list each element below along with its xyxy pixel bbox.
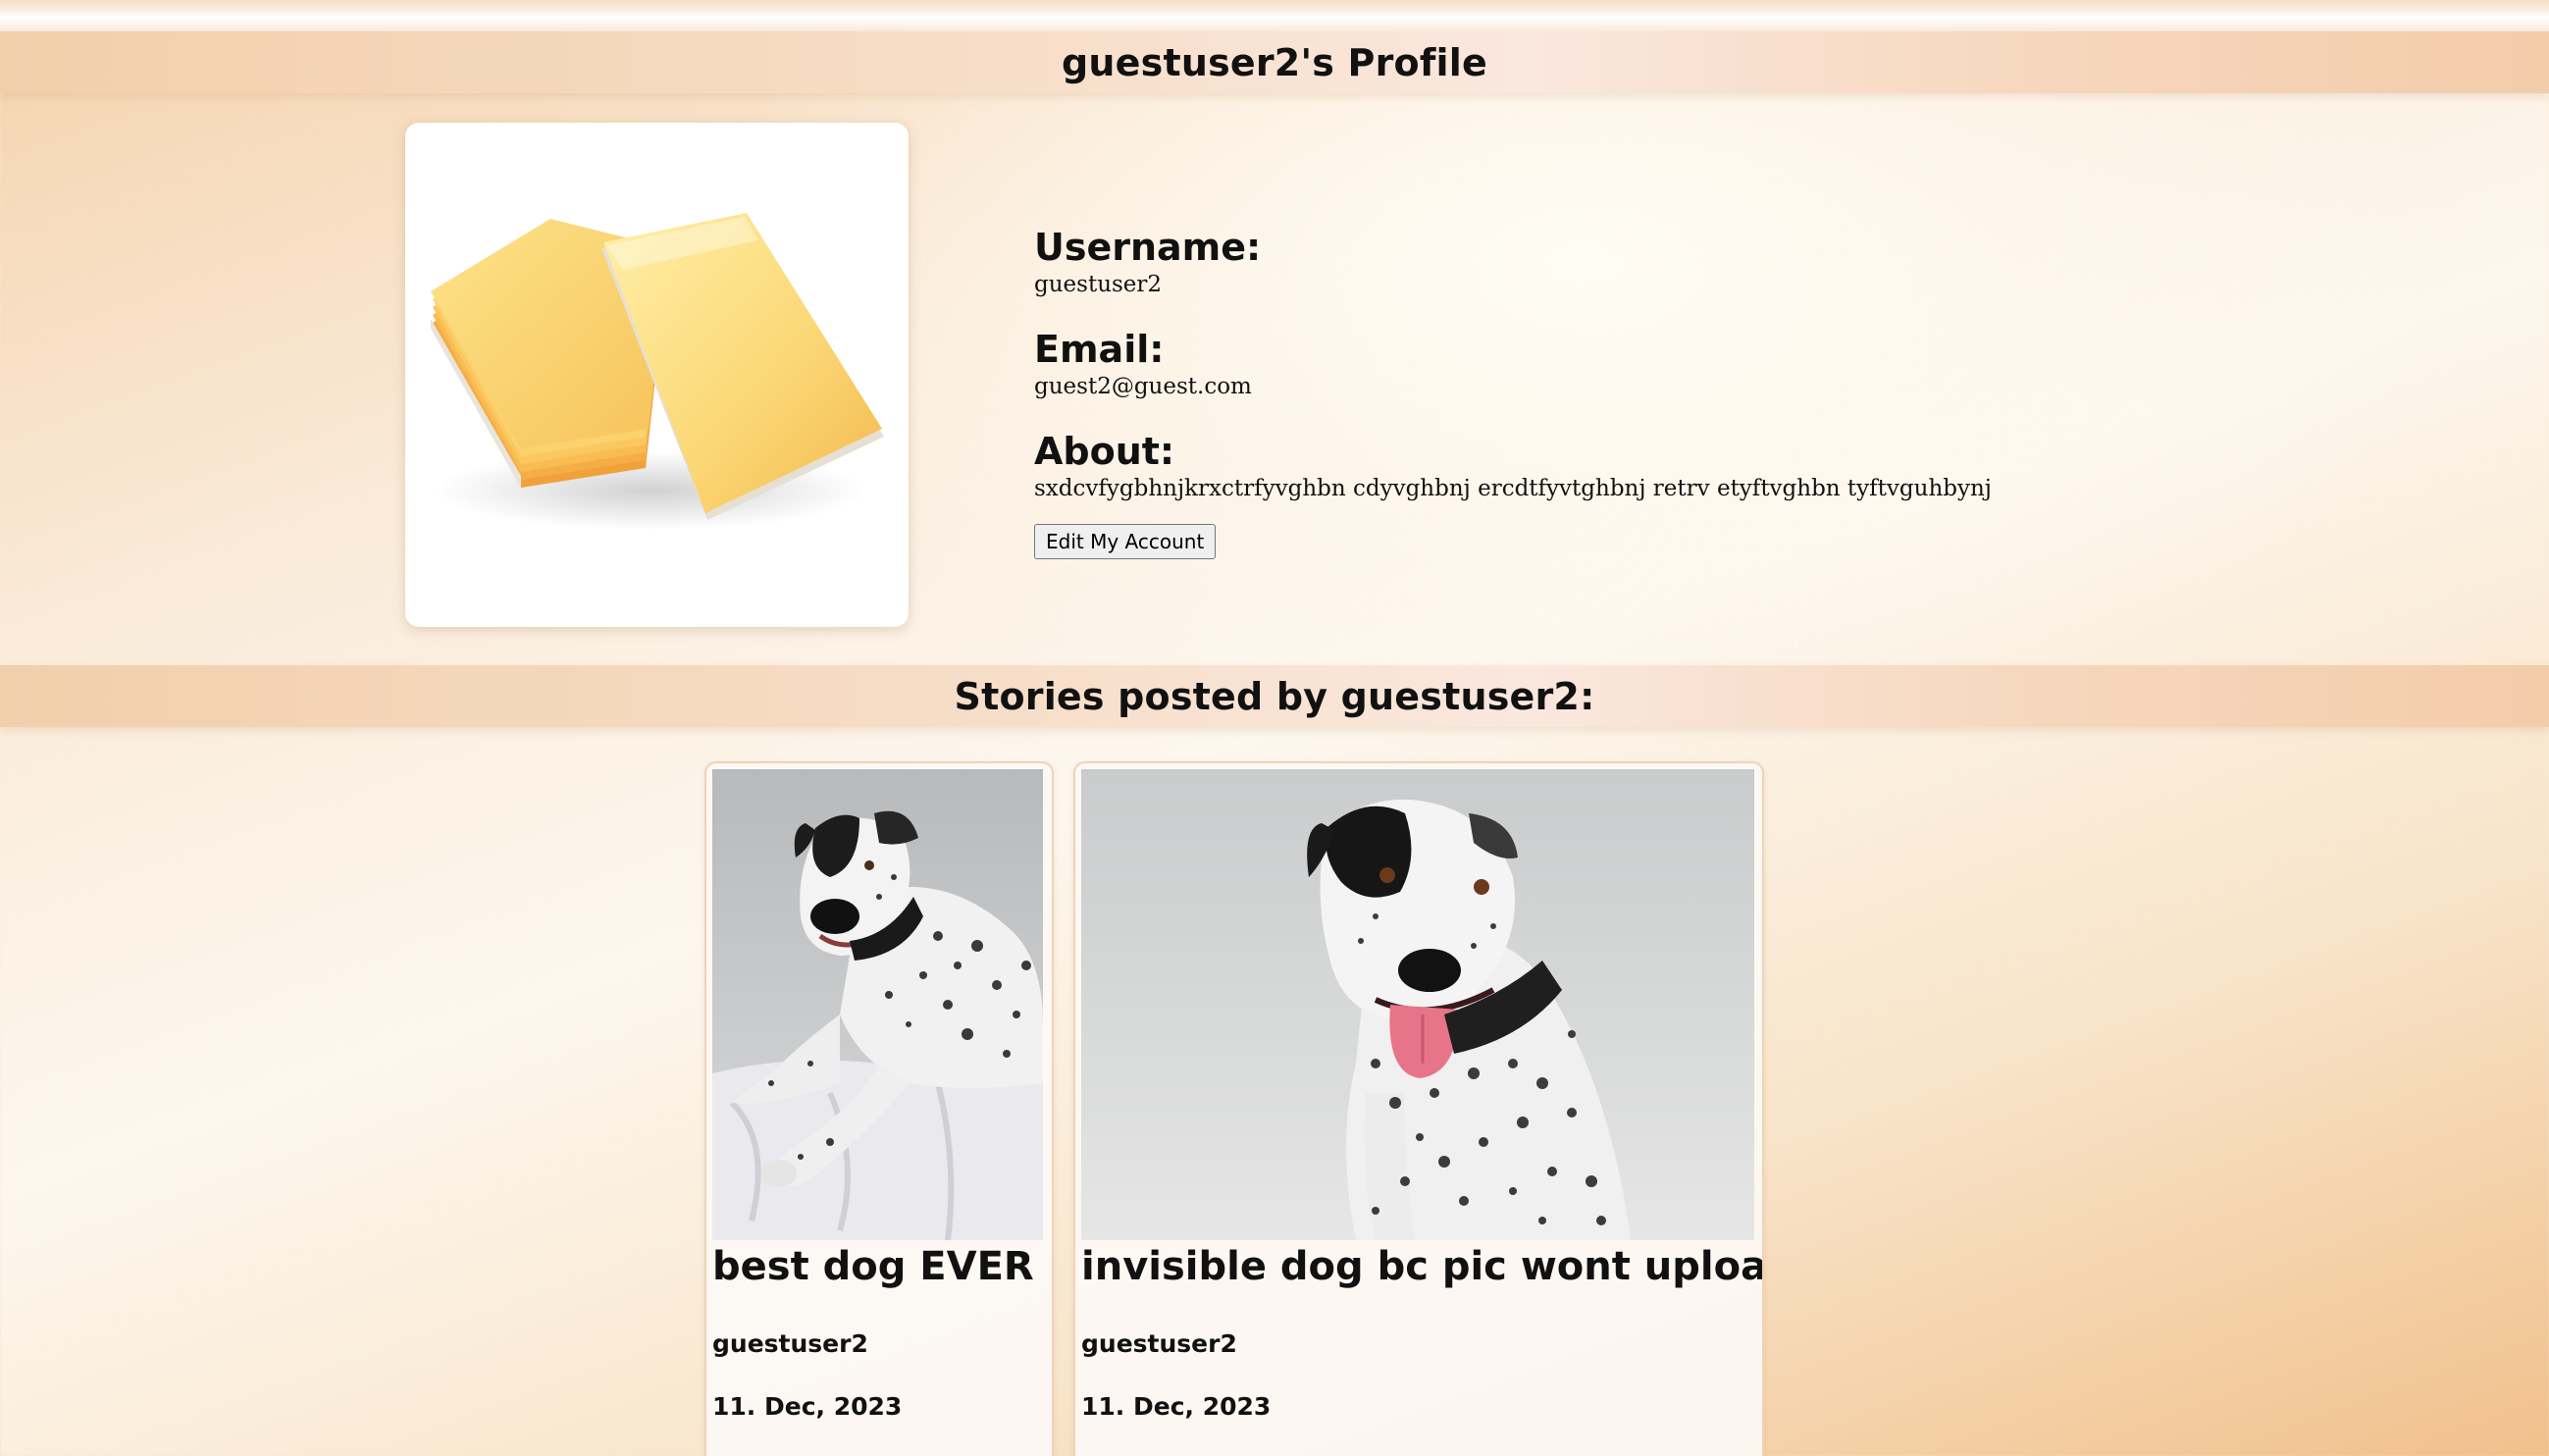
dalmatian-dog-lying-image <box>712 769 1043 1240</box>
page-title: guestuser2's Profile <box>1062 40 1487 84</box>
email-label: Email: <box>1034 328 1165 371</box>
story-author: guestuser2 <box>1081 1329 1237 1358</box>
story-image[interactable] <box>712 769 1043 1240</box>
edit-account-button[interactable]: Edit My Account <box>1034 524 1217 559</box>
top-strip <box>0 0 2549 31</box>
about-label: About: <box>1034 430 1175 473</box>
profile-header: guestuser2's Profile <box>0 31 2549 93</box>
story-image[interactable] <box>1081 769 1754 1240</box>
profile-info: Username: guestuser2 Email: guest2@guest… <box>1034 224 2310 559</box>
email-value: guest2@guest.com <box>1034 374 1252 399</box>
username-value: guestuser2 <box>1034 272 1163 297</box>
story-date: 11. Dec, 2023 <box>1081 1392 1272 1421</box>
profile-avatar <box>405 123 909 627</box>
stories-header: Stories posted by guestuser2: <box>0 665 2549 727</box>
about-value: sxdcvfygbhnjkrxctrfyvghbn cdyvghbnj ercd… <box>1034 476 1992 501</box>
story-title[interactable]: best dog EVER <box>712 1244 1034 1289</box>
story-date: 11. Dec, 2023 <box>712 1392 903 1421</box>
story-card[interactable]: best dog EVER guestuser2 11. Dec, 2023 <box>704 761 1054 1456</box>
username-label: Username: <box>1034 226 1262 269</box>
story-title[interactable]: invisible dog bc pic wont upload <box>1081 1244 1762 1289</box>
story-card[interactable]: invisible dog bc pic wont upload guestus… <box>1073 761 1764 1456</box>
stories-heading: Stories posted by guestuser2: <box>954 674 1595 718</box>
cheese-slices-image <box>431 213 884 530</box>
dalmatian-dog-sitting-image <box>1081 769 1754 1240</box>
story-author: guestuser2 <box>712 1329 868 1358</box>
